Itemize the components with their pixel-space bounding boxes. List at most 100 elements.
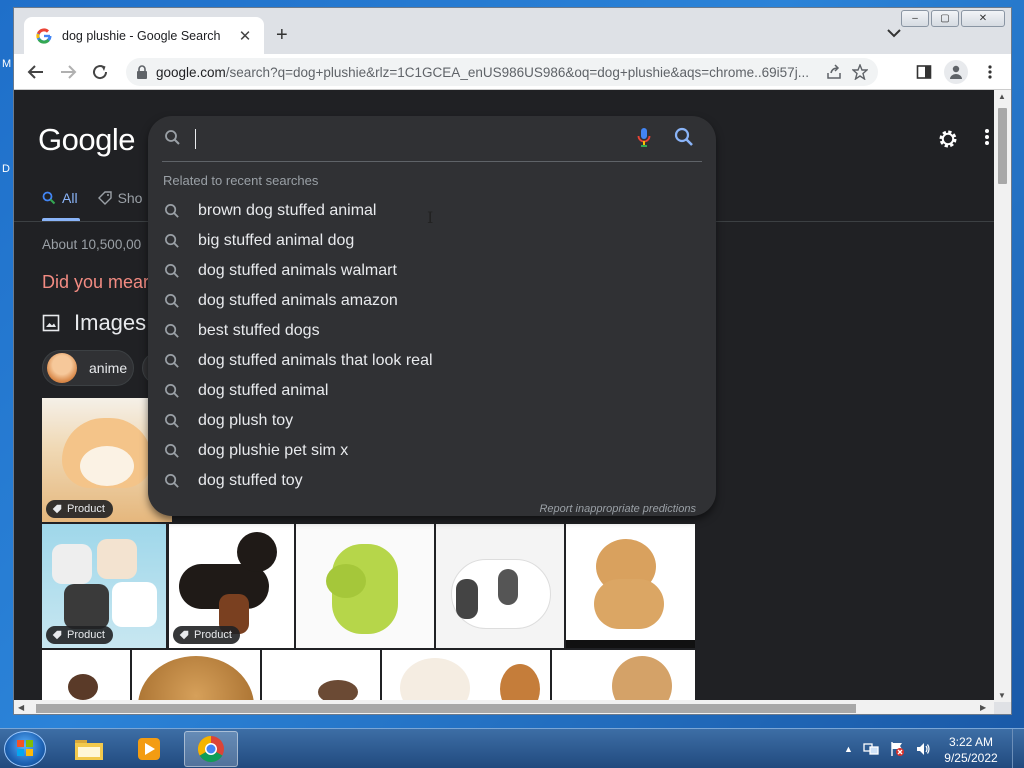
suggestion-text: dog stuffed animals that look real xyxy=(198,352,433,369)
search-icon xyxy=(165,264,179,278)
tab-strip: dog plushie - Google Search ✕ + ‒ ▢ ✕ xyxy=(14,8,1011,55)
share-icon[interactable] xyxy=(826,64,842,80)
chrome-icon xyxy=(197,735,224,763)
taskbar-explorer[interactable] xyxy=(62,731,116,767)
tag-icon xyxy=(179,630,189,640)
text-caret xyxy=(195,129,196,149)
tab-search-chevron-icon[interactable] xyxy=(886,27,902,39)
image-result[interactable] xyxy=(382,650,550,702)
tab-label: Sho xyxy=(117,190,143,206)
network-icon[interactable] xyxy=(863,741,879,757)
horizontal-scroll-thumb[interactable] xyxy=(36,704,856,713)
report-predictions-link[interactable]: Report inappropriate predictions xyxy=(539,503,696,515)
reload-button[interactable] xyxy=(90,62,110,82)
image-icon xyxy=(42,314,60,332)
chip-label: anime xyxy=(89,360,128,376)
suggestion-text: best stuffed dogs xyxy=(198,322,320,339)
tab-close-icon[interactable]: ✕ xyxy=(236,27,254,45)
microphone-icon[interactable] xyxy=(636,126,652,150)
horizontal-scrollbar[interactable]: ◀ ▶ xyxy=(14,700,994,714)
search-icon xyxy=(42,191,56,205)
back-button[interactable] xyxy=(26,62,46,82)
did-you-mean[interactable]: Did you mear xyxy=(42,272,149,293)
maximize-button[interactable]: ▢ xyxy=(931,10,959,27)
suggestion-item[interactable]: dog stuffed animals walmart xyxy=(148,256,716,286)
image-result[interactable] xyxy=(262,650,380,702)
action-center-flag-icon[interactable] xyxy=(889,741,905,757)
show-hidden-icons-icon[interactable]: ▲ xyxy=(844,744,853,757)
settings-gear-icon[interactable] xyxy=(936,127,960,151)
kebab-menu-icon xyxy=(988,65,992,79)
bookmark-star-icon[interactable] xyxy=(852,64,868,80)
taskbar-chrome[interactable] xyxy=(184,731,238,767)
suggestion-text: dog stuffed toy xyxy=(198,472,303,489)
image-result[interactable] xyxy=(132,650,260,702)
tab-title: dog plushie - Google Search xyxy=(62,29,221,43)
images-section-header: Images xyxy=(42,310,146,336)
result-stats: About 10,500,00 xyxy=(42,237,142,252)
search-submit-icon[interactable] xyxy=(674,127,694,147)
suggestion-text: big stuffed animal dog xyxy=(198,232,355,249)
close-window-button[interactable]: ✕ xyxy=(961,10,1005,27)
side-panel-button[interactable] xyxy=(914,62,934,82)
chrome-menu-button[interactable] xyxy=(980,62,1000,82)
start-button[interactable] xyxy=(4,731,46,767)
media-player-icon xyxy=(138,738,160,760)
browser-toolbar: google.com/search?q=dog+plushie&rlz=1C1G… xyxy=(14,54,1011,90)
divider xyxy=(162,161,702,162)
image-result-dachshund-plush[interactable]: Product xyxy=(169,524,294,648)
search-icon xyxy=(165,354,179,368)
url-text: google.com/search?q=dog+plushie&rlz=1C1G… xyxy=(156,64,809,80)
google-logo[interactable]: Google xyxy=(38,122,135,158)
suggestion-item[interactable]: dog plush toy xyxy=(148,406,716,436)
image-result[interactable] xyxy=(552,650,695,702)
search-icon xyxy=(165,384,179,398)
back-arrow-icon xyxy=(27,65,43,79)
suggestion-item[interactable]: best stuffed dogs xyxy=(148,316,716,346)
image-result-green-plush[interactable] xyxy=(296,524,434,648)
scroll-right-arrow-icon[interactable]: ▶ xyxy=(980,703,986,712)
vertical-scrollbar[interactable]: ▲ ▼ xyxy=(994,90,1011,702)
system-tray: ▲ xyxy=(844,741,931,757)
address-bar[interactable]: google.com/search?q=dog+plushie&rlz=1C1G… xyxy=(126,58,878,86)
search-icon xyxy=(165,204,179,218)
search-icon xyxy=(165,234,179,248)
scroll-down-arrow-icon[interactable]: ▼ xyxy=(998,691,1006,700)
image-result-poodle-plush[interactable] xyxy=(566,524,695,648)
tab-all[interactable]: All xyxy=(42,190,78,206)
clock-time: 3:22 AM xyxy=(948,735,994,749)
suggestion-item[interactable]: big stuffed animal dog xyxy=(148,226,716,256)
search-icon xyxy=(165,474,179,488)
volume-icon[interactable] xyxy=(915,741,931,757)
filter-chip-anime[interactable]: anime xyxy=(42,350,134,386)
tag-icon xyxy=(97,191,112,205)
vertical-scroll-thumb[interactable] xyxy=(998,108,1007,184)
search-results-page: Google All Sho About 10,500,00 Did you m… xyxy=(14,90,994,702)
show-desktop-button[interactable] xyxy=(1012,729,1024,768)
suggestion-item[interactable]: dog stuffed toy xyxy=(148,466,716,496)
side-panel-icon xyxy=(916,65,932,79)
browser-tab[interactable]: dog plushie - Google Search ✕ xyxy=(24,17,264,55)
suggestion-item[interactable]: dog stuffed animals amazon xyxy=(148,286,716,316)
apps-menu-icon[interactable] xyxy=(984,128,990,146)
suggestion-item[interactable]: dog stuffed animal xyxy=(148,376,716,406)
window-controls: ‒ ▢ ✕ xyxy=(901,10,1005,27)
image-result-cat-plush-pile[interactable]: Product xyxy=(42,524,166,648)
suggestion-text: dog stuffed animal xyxy=(198,382,329,399)
tab-shopping[interactable]: Sho xyxy=(97,190,143,206)
suggestion-list: brown dog stuffed animal big stuffed ani… xyxy=(148,196,716,496)
taskbar-media-player[interactable] xyxy=(122,731,176,767)
product-badge: Product xyxy=(173,626,240,644)
forward-button[interactable] xyxy=(58,62,78,82)
suggestion-item[interactable]: dog stuffed animals that look real xyxy=(148,346,716,376)
system-clock[interactable]: 3:22 AM 9/25/2022 xyxy=(936,734,1006,766)
scroll-left-arrow-icon[interactable]: ◀ xyxy=(18,703,24,712)
minimize-button[interactable]: ‒ xyxy=(901,10,929,27)
image-result-white-dog-plush[interactable] xyxy=(436,524,564,648)
image-result[interactable] xyxy=(42,650,130,702)
suggestion-item[interactable]: dog plushie pet sim x xyxy=(148,436,716,466)
scroll-up-arrow-icon[interactable]: ▲ xyxy=(998,92,1006,101)
profile-button[interactable] xyxy=(944,60,968,84)
new-tab-button[interactable]: + xyxy=(276,24,288,47)
search-box[interactable] xyxy=(148,116,716,161)
